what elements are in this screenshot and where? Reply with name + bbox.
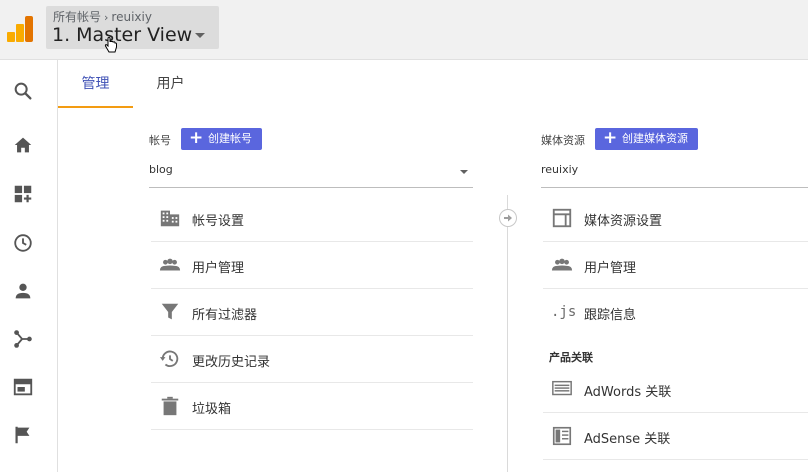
property-user-management-label: 用户管理 [584,261,637,276]
tab-admin[interactable]: 管理 [58,60,133,108]
flag-icon[interactable] [12,424,34,446]
property-user-management-item[interactable]: 用户管理 [543,242,808,289]
history-icon [159,348,181,370]
trash-label: 垃圾箱 [192,402,232,417]
js-icon: .js [551,304,577,320]
adwords-linking-label: AdWords 关联 [584,385,672,400]
create-account-button[interactable]: + 创建帐号 [181,128,262,150]
property-settings-label: 媒体资源设置 [584,214,663,229]
browser-window-icon[interactable] [12,376,34,398]
property-selector-value: reuixiy [541,163,579,176]
search-icon[interactable] [12,80,34,102]
left-nav [0,60,58,472]
clock-icon[interactable] [12,232,34,254]
adsense-icon [551,425,573,447]
dashboard-add-icon[interactable] [12,183,34,205]
tab-user[interactable]: 用户 [133,60,208,108]
property-settings-item[interactable]: 媒体资源设置 [543,195,808,242]
tracking-info-label: 跟踪信息 [584,308,637,323]
filter-icon [159,301,181,323]
caret-down-icon [195,33,205,38]
product-linking-title: 产品关联 [549,351,593,364]
account-column-label: 帐号 [149,134,171,147]
change-history-item[interactable]: 更改历史记录 [151,336,473,383]
account-selector[interactable]: blog [149,163,473,188]
trash-icon [159,395,181,417]
window-icon [551,207,573,229]
people-icon [159,254,181,276]
account-selector-value: blog [149,163,173,176]
share-icon[interactable] [12,328,34,350]
change-history-label: 更改历史记录 [192,355,271,370]
people-icon [551,254,573,276]
arrow-right-icon [499,209,517,227]
plus-icon: + [189,128,204,148]
breadcrumb-root: 所有帐号 [53,10,102,24]
account-user-management-item[interactable]: 用户管理 [151,242,473,289]
property-selector[interactable]: reuixiy [541,163,808,188]
adwords-linking-item[interactable]: AdWords 关联 [543,366,808,413]
create-property-button[interactable]: + 创建媒体资源 [595,128,698,150]
view-name: 1. Master View [52,24,193,46]
plus-icon: + [603,128,618,148]
property-column-label: 媒体资源 [541,134,585,147]
tracking-info-item[interactable]: .js 跟踪信息 [543,289,808,336]
create-property-label: 创建媒体资源 [622,132,688,145]
create-account-label: 创建帐号 [208,132,252,145]
breadcrumb-account: reuixiy [111,10,152,24]
building-icon [159,207,181,229]
trash-item[interactable]: 垃圾箱 [151,383,473,430]
account-settings-label: 帐号设置 [192,214,245,229]
breadcrumb: 所有帐号 › reuixiy [53,8,152,25]
account-settings-item[interactable]: 帐号设置 [151,195,473,242]
top-header: 所有帐号 › reuixiy 1. Master View [0,0,808,60]
dropdown-arrow-icon [460,170,468,174]
column-divider [507,195,508,472]
all-filters-label: 所有过滤器 [192,308,258,323]
account-view-picker[interactable]: 所有帐号 › reuixiy 1. Master View [46,6,219,49]
person-icon[interactable] [12,280,34,302]
hand-cursor-icon [104,37,117,53]
analytics-logo[interactable] [7,16,33,42]
all-filters-item[interactable]: 所有过滤器 [151,289,473,336]
adsense-linking-label: AdSense 关联 [584,432,671,447]
adwords-icon [551,378,573,400]
admin-tabs: 管理 用户 [58,60,808,108]
home-icon[interactable] [12,134,34,156]
breadcrumb-separator: › [104,11,109,24]
account-user-management-label: 用户管理 [192,261,245,276]
adsense-linking-item[interactable]: AdSense 关联 [543,413,808,460]
